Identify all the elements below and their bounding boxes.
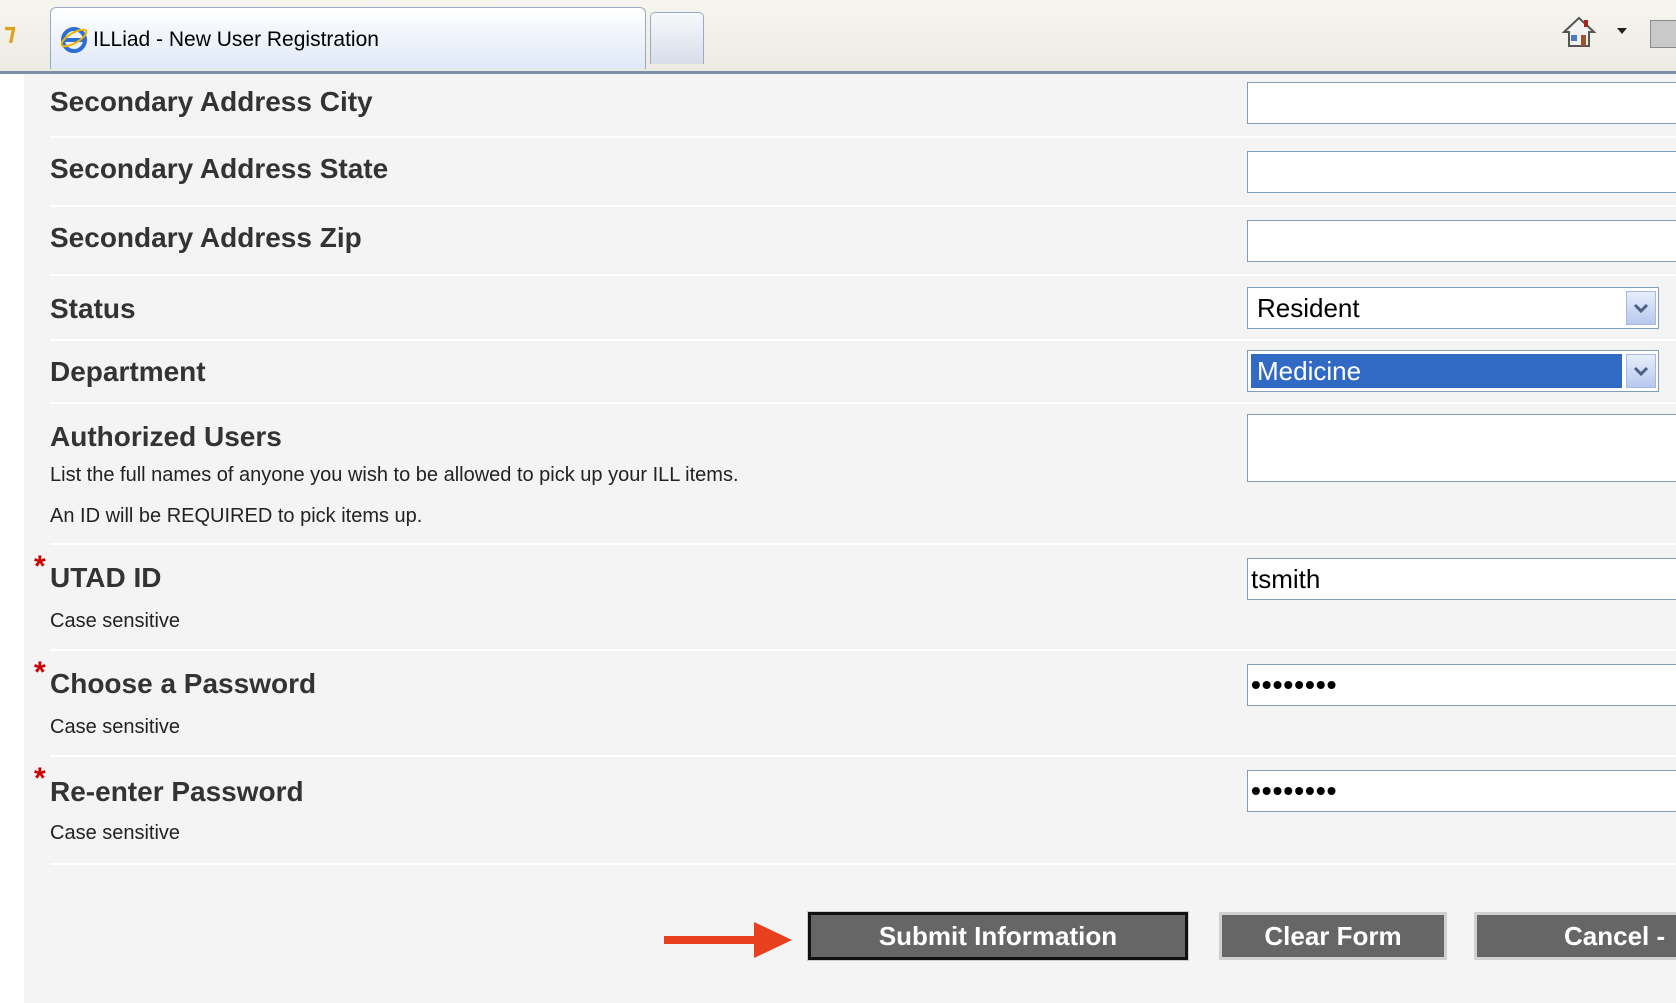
chevron-down-icon[interactable] xyxy=(1626,354,1656,388)
label-authorized-users: Authorized Users xyxy=(50,421,282,452)
label-utad-id: UTAD ID xyxy=(50,562,162,593)
tab-title: ILLiad - New User Registration xyxy=(93,28,379,51)
submit-information-button[interactable]: Submit Information xyxy=(807,911,1189,961)
browser-toolbar: ⁊ ILLiad - New User Registration xyxy=(0,0,1676,74)
password-help: Case sensitive xyxy=(50,716,181,738)
password-confirm-input[interactable]: •••••••• xyxy=(1247,770,1676,812)
browser-tab-active[interactable]: ILLiad - New User Registration xyxy=(50,7,646,69)
status-select[interactable]: Resident xyxy=(1247,287,1659,329)
home-dropdown-icon[interactable] xyxy=(1617,28,1627,34)
secondary-zip-input[interactable] xyxy=(1247,220,1676,262)
clear-form-button[interactable]: Clear Form xyxy=(1219,912,1447,960)
required-marker: * xyxy=(34,550,46,583)
label-secondary-state: Secondary Address State xyxy=(50,153,389,184)
favorites-star-icon[interactable]: ⁊ xyxy=(4,20,16,44)
label-department: Department xyxy=(50,356,206,387)
required-marker: * xyxy=(34,656,46,689)
cancel-button[interactable]: Cancel - xyxy=(1474,912,1676,960)
label-password-confirm: Re-enter Password xyxy=(50,776,304,807)
label-secondary-zip: Secondary Address Zip xyxy=(50,222,362,253)
home-icon[interactable] xyxy=(1562,16,1596,48)
feed-icon[interactable] xyxy=(1650,20,1676,48)
required-marker: * xyxy=(34,762,46,795)
annotation-arrow-icon xyxy=(664,922,792,958)
utad-id-input[interactable] xyxy=(1247,558,1676,600)
department-selected-value: Medicine xyxy=(1251,354,1622,388)
secondary-city-input[interactable] xyxy=(1247,82,1676,124)
secondary-state-input[interactable] xyxy=(1247,151,1676,193)
password-confirm-help: Case sensitive xyxy=(50,822,181,844)
status-selected-value: Resident xyxy=(1257,293,1360,323)
label-status: Status xyxy=(50,293,136,324)
authorized-users-help-1: List the full names of anyone you wish t… xyxy=(50,464,739,486)
department-select[interactable]: Medicine xyxy=(1247,350,1659,392)
internet-explorer-icon xyxy=(60,27,88,53)
label-password: Choose a Password xyxy=(50,668,317,699)
utad-id-help: Case sensitive xyxy=(50,610,181,632)
authorized-users-textarea[interactable] xyxy=(1247,414,1676,482)
registration-form: Secondary Address City Secondary Address… xyxy=(24,74,1676,1003)
label-secondary-city: Secondary Address City xyxy=(50,86,373,117)
new-tab-button[interactable] xyxy=(650,12,704,64)
password-input[interactable]: •••••••• xyxy=(1247,664,1676,706)
chevron-down-icon[interactable] xyxy=(1626,291,1656,325)
authorized-users-help-2: An ID will be REQUIRED to pick items up. xyxy=(50,505,423,527)
